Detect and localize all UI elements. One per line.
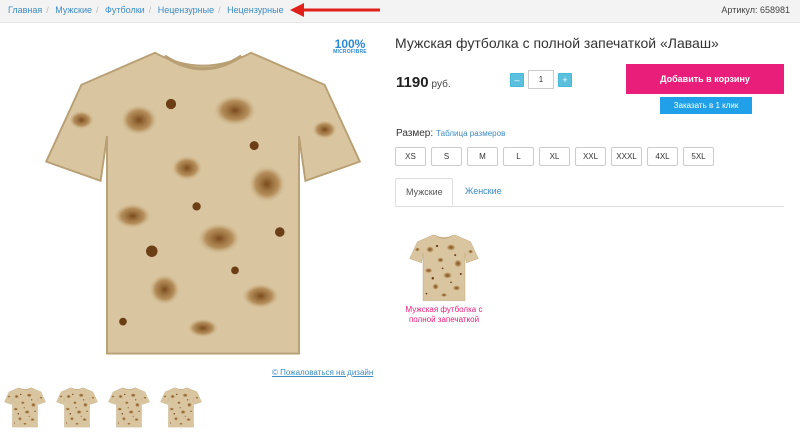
breadcrumb-tshirts[interactable]: Футболки xyxy=(105,5,145,15)
one-click-order-button[interactable]: Заказать в 1 клик xyxy=(660,97,752,114)
breadcrumb-mens[interactable]: Мужские xyxy=(55,5,92,15)
related-product[interactable]: Мужская футболка с полной запечаткой xyxy=(398,232,490,325)
gender-tabs: Мужские Женские xyxy=(395,178,784,207)
size-option-4xl[interactable]: 4XL xyxy=(647,147,678,166)
quantity-input[interactable] xyxy=(528,70,554,89)
breadcrumb-category[interactable]: Нецензурные xyxy=(158,5,214,15)
price-value: 1190 xyxy=(396,74,429,91)
price-currency: руб. xyxy=(431,79,451,90)
add-to-cart-button[interactable]: Добавить в корзину xyxy=(626,64,784,94)
size-options: XS S M L XL XXL XXXL 4XL 5XL xyxy=(395,147,714,166)
tab-mens[interactable]: Мужские xyxy=(395,178,453,206)
breadcrumb-separator: / xyxy=(46,5,49,15)
size-option-5xl[interactable]: 5XL xyxy=(683,147,714,166)
size-option-l[interactable]: L xyxy=(503,147,534,166)
microfibre-badge: 100% MICROFIBRE xyxy=(330,38,370,55)
quantity-minus-button[interactable]: – xyxy=(510,72,524,87)
size-option-xxxl[interactable]: XXXL xyxy=(611,147,642,166)
breadcrumb-separator: / xyxy=(148,5,152,15)
size-section: Размер: Таблица размеров xyxy=(396,128,505,139)
article-number: Артикул: 658981 xyxy=(721,5,790,15)
related-product-image[interactable] xyxy=(409,232,479,302)
breadcrumb-current[interactable]: Нецензурные xyxy=(227,5,283,15)
red-arrow-icon xyxy=(290,3,380,17)
thumbnail[interactable] xyxy=(56,383,98,431)
thumbnail[interactable] xyxy=(108,383,150,431)
quantity-stepper: – + xyxy=(510,70,572,89)
size-table-link[interactable]: Таблица размеров xyxy=(436,129,505,138)
breadcrumb-separator: / xyxy=(96,5,99,15)
size-option-s[interactable]: S xyxy=(431,147,462,166)
top-bar: Главная / Мужские / Футболки / Нецензурные /… xyxy=(0,0,800,23)
size-option-xs[interactable]: XS xyxy=(395,147,426,166)
product-price: 1190 руб. xyxy=(396,74,451,91)
size-option-m[interactable]: M xyxy=(467,147,498,166)
thumbnail-strip xyxy=(4,383,202,431)
breadcrumb-home[interactable]: Главная xyxy=(8,5,42,15)
size-option-xxl[interactable]: XXL xyxy=(575,147,606,166)
size-label: Размер: xyxy=(396,128,434,139)
badge-material: MICROFIBRE xyxy=(333,49,367,55)
tab-womens[interactable]: Женские xyxy=(455,178,512,206)
quantity-plus-button[interactable]: + xyxy=(558,72,572,87)
product-title: Мужская футболка с полной запечаткой «Ла… xyxy=(395,35,719,51)
thumbnail[interactable] xyxy=(160,383,202,431)
product-main-image[interactable] xyxy=(38,40,368,360)
thumbnail[interactable] xyxy=(4,383,46,431)
breadcrumb-separator: / xyxy=(218,5,221,15)
related-product-name[interactable]: Мужская футболка с полной запечаткой xyxy=(398,305,490,325)
breadcrumb: Главная / Мужские / Футболки / Нецензурные /… xyxy=(8,5,284,15)
size-option-xl[interactable]: XL xyxy=(539,147,570,166)
complain-link[interactable]: © Пожаловаться на дизайн xyxy=(272,368,373,377)
